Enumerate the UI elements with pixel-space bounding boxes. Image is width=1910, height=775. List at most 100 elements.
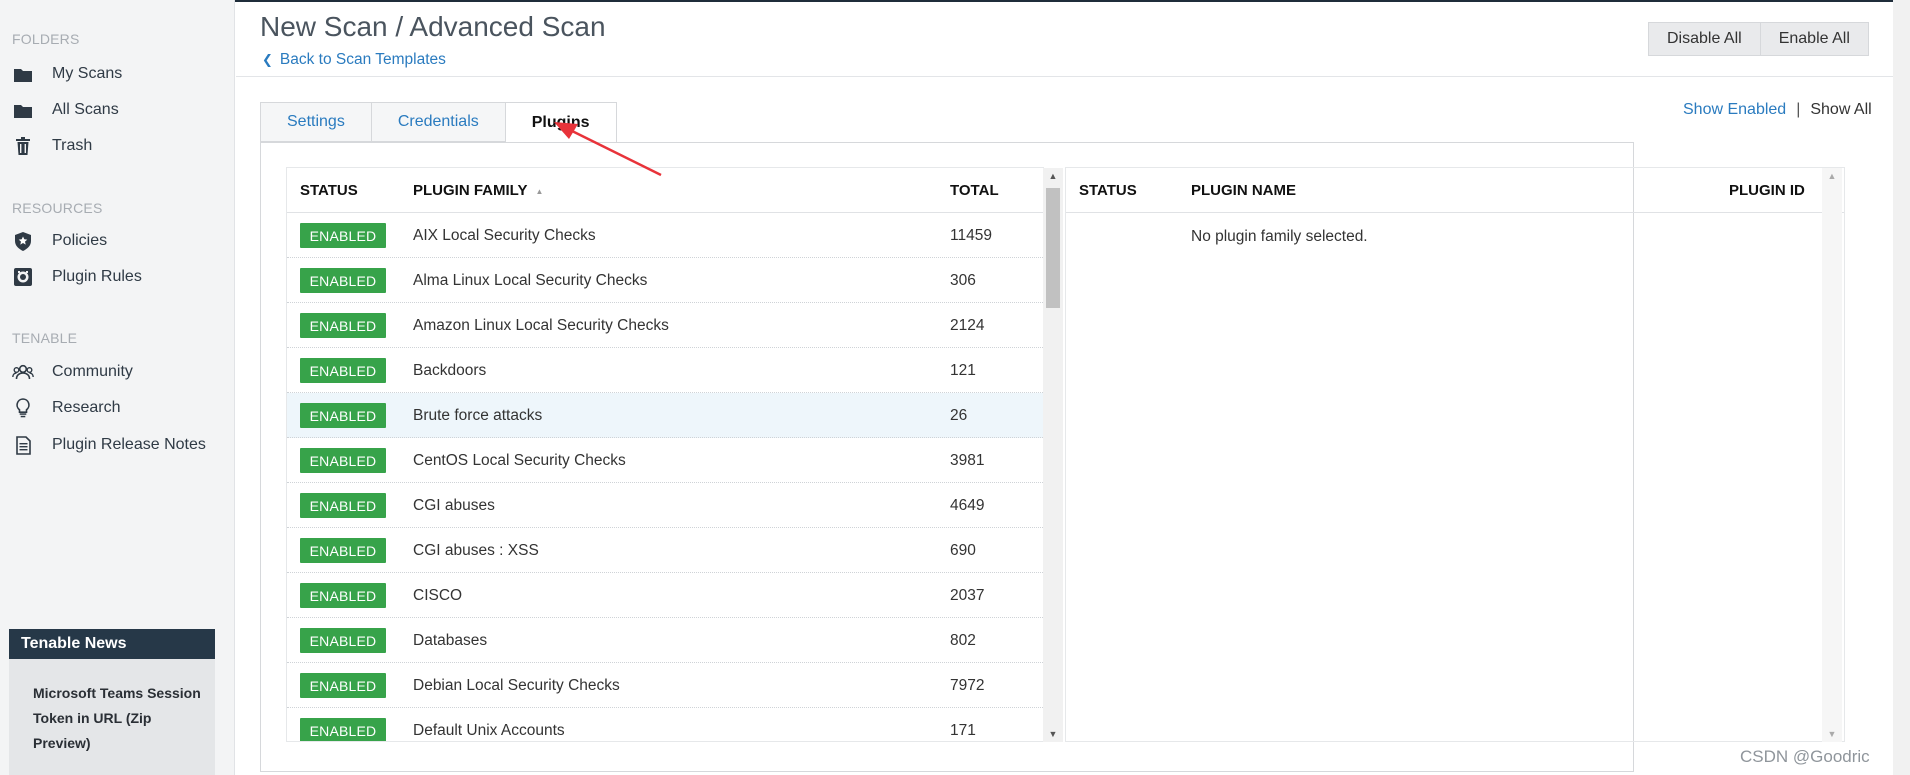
plugins-table: STATUS PLUGIN NAME PLUGIN ID No plugin f… <box>1065 167 1845 742</box>
table-row[interactable]: ENABLED Backdoors 121 <box>287 348 1043 393</box>
toggle-separator: | <box>1796 101 1801 118</box>
sidebar-section-resources: RESOURCES <box>12 200 103 216</box>
trash-icon <box>12 136 34 156</box>
status-badge[interactable]: ENABLED <box>300 268 386 293</box>
table-row[interactable]: ENABLED CGI abuses : XSS 690 <box>287 528 1043 573</box>
plugin-total: 11459 <box>950 227 992 244</box>
sidebar: FOLDERS My Scans All Scans Trash RESOURC… <box>0 0 235 775</box>
status-badge[interactable]: ENABLED <box>300 583 386 608</box>
plugin-total: 2124 <box>950 317 985 334</box>
status-badge[interactable]: ENABLED <box>300 538 386 563</box>
show-all-link[interactable]: Show All <box>1810 101 1871 119</box>
plugin-total: 7972 <box>950 677 985 694</box>
show-filter-toggle: Show Enabled | Show All <box>1683 101 1872 119</box>
families-scrollbar[interactable]: ▲ ▼ <box>1043 168 1063 742</box>
disable-all-button[interactable]: Disable All <box>1648 22 1761 56</box>
scroll-up-icon[interactable]: ▲ <box>1822 168 1842 184</box>
plugin-family-name: Databases <box>413 632 488 649</box>
plugins-scrollbar[interactable]: ▲ ▼ <box>1822 168 1842 742</box>
sidebar-section-tenable: TENABLE <box>12 330 78 346</box>
table-row[interactable]: ENABLED CentOS Local Security Checks 3981 <box>287 438 1043 483</box>
column-header-status[interactable]: STATUS <box>1079 182 1137 199</box>
status-badge[interactable]: ENABLED <box>300 403 386 428</box>
column-header-plugin-family[interactable]: PLUGIN FAMILY ▲ <box>413 182 543 199</box>
chevron-left-icon: ❮ <box>262 52 273 67</box>
status-badge[interactable]: ENABLED <box>300 628 386 653</box>
plugin-family-name: Default Unix Accounts <box>413 722 565 739</box>
column-header-plugin-name[interactable]: PLUGIN NAME <box>1191 182 1296 199</box>
plugin-total: 171 <box>950 722 976 739</box>
status-badge[interactable]: ENABLED <box>300 448 386 473</box>
news-headline[interactable]: Microsoft Teams Session Token in URL (Zi… <box>9 659 215 756</box>
community-icon <box>12 362 34 382</box>
scroll-thumb[interactable] <box>1046 188 1060 308</box>
header-divider <box>236 76 1910 77</box>
plugin-total: 121 <box>950 362 976 379</box>
folder-icon <box>12 64 34 84</box>
scroll-down-icon[interactable]: ▼ <box>1043 726 1063 742</box>
table-row[interactable]: ENABLED Alma Linux Local Security Checks 3… <box>287 258 1043 303</box>
table-row[interactable]: ENABLED Amazon Linux Local Security Check… <box>287 303 1043 348</box>
document-icon <box>12 435 34 455</box>
column-header-status[interactable]: STATUS <box>300 182 358 199</box>
table-row[interactable]: ENABLED AIX Local Security Checks 11459 <box>287 213 1043 258</box>
table-body: ENABLED AIX Local Security Checks 11459 ENA… <box>287 213 1043 741</box>
sort-ascending-icon: ▲ <box>535 186 544 196</box>
sidebar-item-community[interactable]: Community <box>12 358 133 386</box>
back-to-templates-link[interactable]: ❮ Back to Scan Templates <box>262 51 446 69</box>
table-row[interactable]: ENABLED Debian Local Security Checks 7972 <box>287 663 1043 708</box>
status-badge[interactable]: ENABLED <box>300 493 386 518</box>
top-border <box>0 0 1910 2</box>
sidebar-item-label: Research <box>52 399 121 416</box>
plugin-family-name: Alma Linux Local Security Checks <box>413 272 648 289</box>
table-header: STATUS PLUGIN FAMILY ▲ TOTAL <box>287 168 1043 213</box>
plugin-family-name: Amazon Linux Local Security Checks <box>413 317 669 334</box>
sidebar-item-all-scans[interactable]: All Scans <box>12 96 119 124</box>
plugin-family-name: Backdoors <box>413 362 487 379</box>
scroll-up-icon[interactable]: ▲ <box>1043 168 1063 184</box>
tab-plugins[interactable]: Plugins <box>505 102 617 143</box>
column-header-total[interactable]: TOTAL <box>950 182 999 199</box>
plugin-rules-icon <box>12 267 34 287</box>
plugin-total: 690 <box>950 542 976 559</box>
status-badge[interactable]: ENABLED <box>300 673 386 698</box>
table-row[interactable]: ENABLED Brute force attacks 26 <box>287 393 1043 438</box>
sidebar-item-label: Trash <box>52 137 93 154</box>
table-row[interactable]: ENABLED CGI abuses 4649 <box>287 483 1043 528</box>
plugin-families-table: STATUS PLUGIN FAMILY ▲ TOTAL ENABLED AIX L… <box>286 167 1044 742</box>
plugin-total: 26 <box>950 407 968 424</box>
sidebar-item-label: Plugin Release Notes <box>52 436 206 453</box>
tab-credentials[interactable]: Credentials <box>371 102 506 142</box>
table-row[interactable]: ENABLED CISCO 2037 <box>287 573 1043 618</box>
status-badge[interactable]: ENABLED <box>300 358 386 383</box>
status-badge[interactable]: ENABLED <box>300 718 386 741</box>
show-enabled-link[interactable]: Show Enabled <box>1683 101 1786 119</box>
sidebar-item-label: All Scans <box>52 101 119 118</box>
news-heading: Tenable News <box>9 629 215 659</box>
sidebar-item-policies[interactable]: Policies <box>12 227 107 255</box>
table-row[interactable]: ENABLED Databases 802 <box>287 618 1043 663</box>
plugin-total: 3981 <box>950 452 985 469</box>
scroll-down-icon[interactable]: ▼ <box>1822 726 1842 742</box>
empty-state-message: No plugin family selected. <box>1191 228 1368 245</box>
sidebar-item-plugin-rules[interactable]: Plugin Rules <box>12 263 142 291</box>
sidebar-item-my-scans[interactable]: My Scans <box>12 60 122 88</box>
status-badge[interactable]: ENABLED <box>300 223 386 248</box>
plugin-family-name: CISCO <box>413 587 463 604</box>
plugin-total: 306 <box>950 272 976 289</box>
plugin-family-name: Debian Local Security Checks <box>413 677 620 694</box>
back-link-label: Back to Scan Templates <box>279 51 446 68</box>
enable-all-button[interactable]: Enable All <box>1760 22 1869 56</box>
tab-bar: Settings Credentials Plugins <box>260 102 617 144</box>
column-header-plugin-id[interactable]: PLUGIN ID <box>1729 182 1805 199</box>
status-badge[interactable]: ENABLED <box>300 313 386 338</box>
page-scrollbar[interactable] <box>1893 0 1910 775</box>
sidebar-item-research[interactable]: Research <box>12 394 120 422</box>
header-actions: Disable All Enable All <box>1648 22 1869 56</box>
folder-icon <box>12 100 34 120</box>
tab-settings[interactable]: Settings <box>260 102 372 142</box>
sidebar-item-trash[interactable]: Trash <box>12 132 92 160</box>
table-row[interactable]: ENABLED Default Unix Accounts 171 <box>287 708 1043 741</box>
plugin-family-name: Brute force attacks <box>413 407 543 424</box>
sidebar-item-plugin-release-notes[interactable]: Plugin Release Notes <box>12 431 206 459</box>
